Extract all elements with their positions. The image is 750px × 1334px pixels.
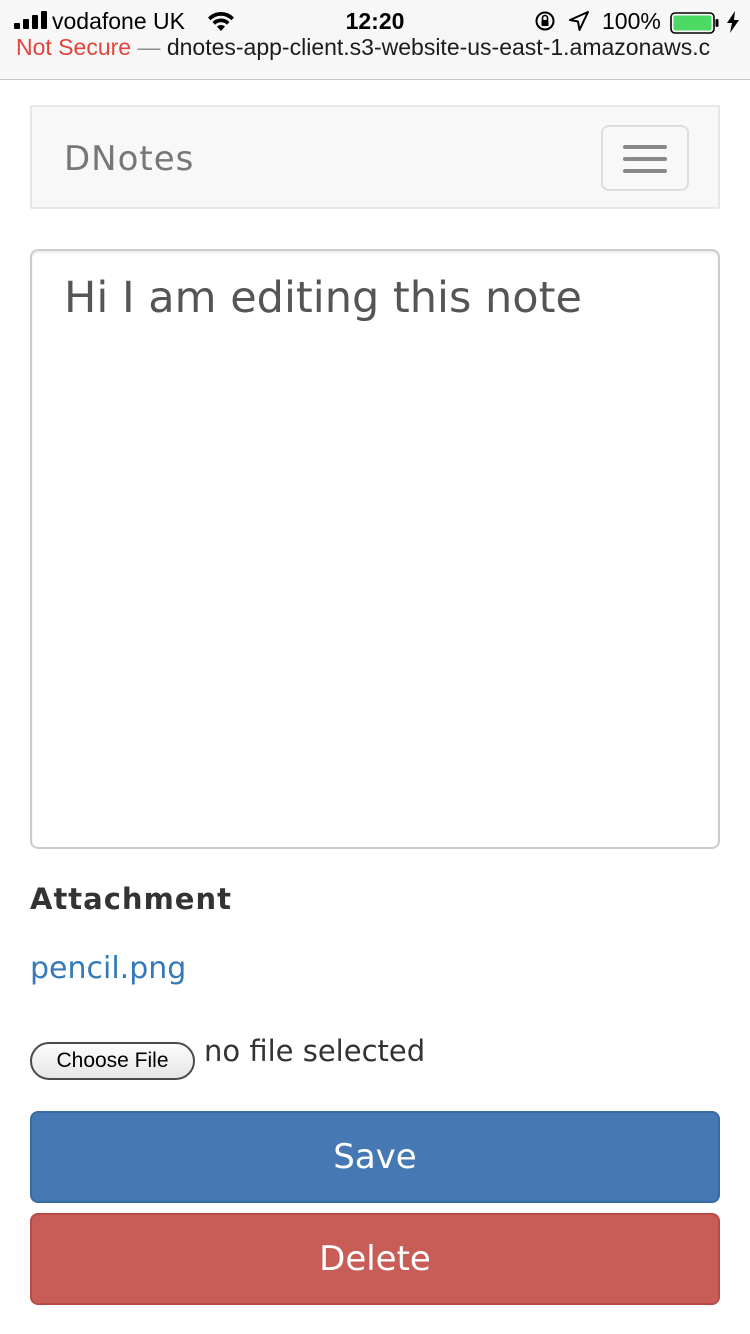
location-arrow-icon	[569, 11, 589, 31]
choose-file-button[interactable]: Choose File	[30, 1042, 195, 1080]
security-warning: Not Secure	[16, 34, 132, 60]
address-bar[interactable]: Not Secure — dnotes-app-client.s3-websit…	[16, 34, 750, 64]
file-selection-status: no file selected	[204, 1034, 426, 1068]
status-bar: vodafone UK 12:20 100%	[0, 6, 750, 36]
menu-toggle-button[interactable]	[601, 125, 689, 191]
note-content-textarea[interactable]: Hi I am editing this note	[30, 249, 720, 849]
battery-icon	[670, 12, 719, 34]
page-url: dnotes-app-client.s3-website-us-east-1.a…	[166, 34, 711, 60]
rotation-lock-icon	[535, 11, 555, 31]
delete-button[interactable]: Delete	[30, 1213, 720, 1305]
hamburger-icon	[623, 145, 667, 149]
hamburger-icon-bar	[623, 169, 667, 173]
battery-percentage: 100%	[602, 8, 661, 34]
note-content-text: Hi I am editing this note	[64, 273, 582, 323]
attachment-file-link[interactable]: pencil.png	[30, 951, 186, 986]
attachment-label: Attachment	[30, 882, 232, 916]
url-separator: —	[131, 34, 167, 60]
browser-chrome: vodafone UK 12:20 100% Not Secure — dnot…	[0, 0, 750, 80]
hamburger-icon-bar	[623, 157, 667, 161]
brand-logo-link[interactable]: DNotes	[64, 139, 194, 179]
navbar: DNotes	[30, 105, 720, 209]
save-button[interactable]: Save	[30, 1111, 720, 1203]
charging-bolt-icon	[727, 11, 739, 33]
